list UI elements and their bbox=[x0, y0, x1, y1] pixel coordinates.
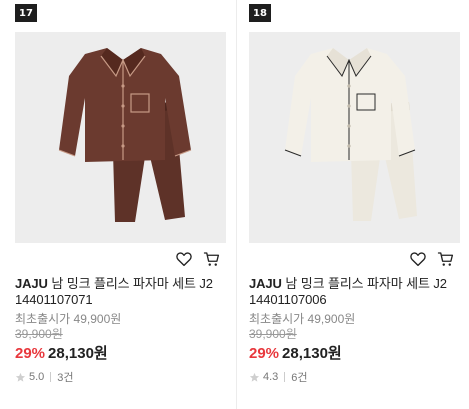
rating-row: 5.0 3건 bbox=[15, 369, 230, 385]
rank-badge: 17 bbox=[15, 4, 37, 22]
pajama-brown-illustration bbox=[58, 48, 192, 222]
product-code: 14401107071 bbox=[15, 292, 93, 307]
product-code: 14401107006 bbox=[249, 292, 327, 307]
product-card[interactable]: 17 JAJU 남 밍크 플리스 파자마 세트 J2 14401107071 최… bbox=[0, 0, 233, 409]
product-image[interactable] bbox=[249, 32, 460, 243]
brand-name: JAJU bbox=[15, 276, 48, 291]
product-image[interactable] bbox=[15, 32, 226, 243]
launch-price-row: 최초출시가 49,900원 bbox=[249, 312, 464, 327]
sale-price: 28,130원 bbox=[48, 345, 108, 362]
launch-price-value: 49,900원 bbox=[307, 312, 356, 326]
product-title[interactable]: JAJU 남 밍크 플리스 파자마 세트 J2 14401107071 bbox=[15, 276, 230, 308]
rating-row: 4.3 6건 bbox=[249, 369, 464, 385]
review-count: 3건 bbox=[57, 372, 74, 384]
sale-price-row: 29% 28,130원 bbox=[249, 344, 464, 363]
original-price: 39,900원 bbox=[249, 327, 297, 341]
launch-price-row: 최초출시가 49,900원 bbox=[15, 312, 230, 327]
product-name: 남 밍크 플리스 파자마 세트 J2 bbox=[285, 276, 447, 291]
launch-price-label: 최초출시가 bbox=[15, 312, 71, 326]
discount-rate: 29% bbox=[15, 345, 46, 362]
original-price: 39,900원 bbox=[15, 327, 63, 341]
product-info: JAJU 남 밍크 플리스 파자마 세트 J2 14401107071 최초출시… bbox=[15, 276, 230, 385]
heart-icon[interactable] bbox=[409, 250, 427, 268]
card-actions bbox=[175, 250, 221, 268]
heart-icon[interactable] bbox=[175, 250, 193, 268]
rating-score: 5.0 bbox=[29, 371, 45, 383]
product-info: JAJU 남 밍크 플리스 파자마 세트 J2 14401107006 최초출시… bbox=[249, 276, 464, 385]
divider bbox=[50, 372, 52, 382]
product-card[interactable]: 18 JAJU 남 밍크 플리스 파자마 세트 J2 14401107006 최… bbox=[236, 0, 469, 409]
brand-name: JAJU bbox=[249, 276, 282, 291]
cart-icon[interactable] bbox=[203, 250, 221, 268]
card-actions bbox=[409, 250, 455, 268]
rank-badge: 18 bbox=[249, 4, 271, 22]
star-icon bbox=[15, 372, 26, 382]
launch-price-value: 49,900원 bbox=[73, 312, 122, 326]
star-icon bbox=[249, 372, 260, 382]
launch-price-label: 최초출시가 bbox=[249, 312, 305, 326]
review-count: 6건 bbox=[291, 372, 308, 384]
product-title[interactable]: JAJU 남 밍크 플리스 파자마 세트 J2 14401107006 bbox=[249, 276, 464, 308]
cart-icon[interactable] bbox=[437, 250, 455, 268]
divider bbox=[284, 372, 286, 382]
product-name: 남 밍크 플리스 파자마 세트 J2 bbox=[51, 276, 213, 291]
discount-rate: 29% bbox=[249, 345, 280, 362]
sale-price: 28,130원 bbox=[282, 345, 342, 362]
rating-score: 4.3 bbox=[263, 371, 279, 383]
pajama-ivory-illustration bbox=[284, 48, 417, 221]
sale-price-row: 29% 28,130원 bbox=[15, 344, 230, 363]
